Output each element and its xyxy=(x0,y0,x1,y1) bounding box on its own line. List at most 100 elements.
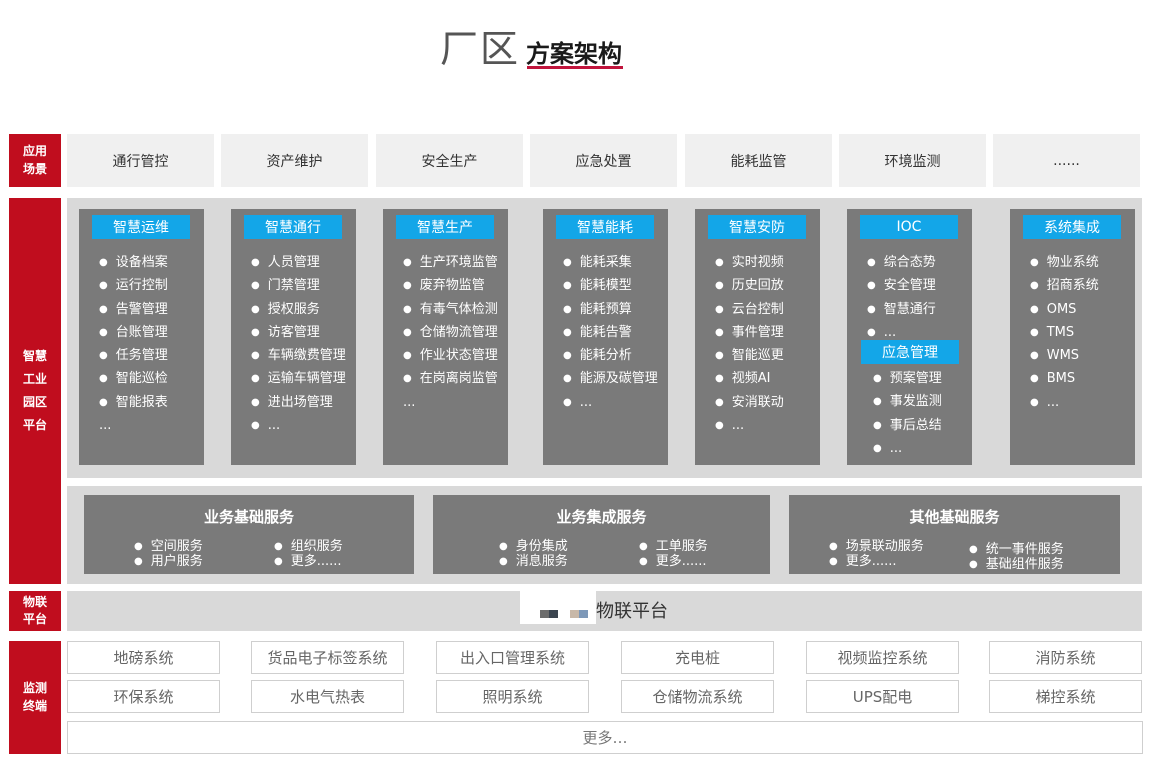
list-item: 事件管理 xyxy=(715,323,784,346)
module-list: 设备档案 运行控制 告警管理 台账管理 任务管理 智能巡检 智能报表 ... xyxy=(99,253,168,439)
list-item: 设备档案 xyxy=(99,253,168,276)
side-label-terminal-text: 监测终端 xyxy=(22,681,47,713)
module-card-security: 智慧安防 实时视频 历史回放 云台控制 事件管理 智能巡更 视频AI 安消联动 … xyxy=(695,209,820,465)
list-item: 授权服务 xyxy=(251,300,346,323)
service-title: 其他基础服务 xyxy=(909,508,1000,526)
list-item: 事发监测 xyxy=(873,392,942,415)
page-title: 方案架构 xyxy=(526,40,622,68)
terminal-item: 出入口管理系统 xyxy=(436,641,589,674)
list-item: 云台控制 xyxy=(715,300,784,323)
service-item: 更多...... xyxy=(274,550,342,569)
terminal-item: 消防系统 xyxy=(989,641,1142,674)
module-list: 综合态势 安全管理 智慧通行 ... xyxy=(867,253,936,346)
module-list: 实时视频 历史回放 云台控制 事件管理 智能巡更 视频AI 安消联动 ... xyxy=(715,253,784,439)
list-item: 预案管理 xyxy=(873,369,942,392)
terminal-more: 更多… xyxy=(67,721,1143,754)
list-item: TMS xyxy=(1030,323,1099,346)
iot-logo-icon xyxy=(520,590,596,624)
list-item: 能耗采集 xyxy=(563,253,658,276)
list-item: 智慧通行 xyxy=(867,300,936,323)
list-item: 进出场管理 xyxy=(251,393,346,416)
list-item: 有毒气体检测 xyxy=(403,300,498,323)
terminal-item: 充电桩 xyxy=(621,641,774,674)
module-title: 系统集成 xyxy=(1023,215,1121,239)
list-item: 人员管理 xyxy=(251,253,346,276)
service-item: 用户服务 xyxy=(134,550,203,569)
side-label-terminal: 监测终端 xyxy=(9,641,61,754)
terminal-item: 货品电子标签系统 xyxy=(251,641,404,674)
list-item: ... xyxy=(873,439,942,462)
scene-item: 资产维护 xyxy=(221,134,368,187)
list-item: 综合态势 xyxy=(867,253,936,276)
list-item: ... xyxy=(1030,393,1099,416)
scene-item: ...... xyxy=(993,134,1140,187)
list-item: 仓储物流管理 xyxy=(403,323,498,346)
terminal-item: 视频监控系统 xyxy=(806,641,959,674)
list-item: 门禁管理 xyxy=(251,276,346,299)
list-item: 访客管理 xyxy=(251,323,346,346)
list-item: BMS xyxy=(1030,369,1099,392)
terminal-item: 照明系统 xyxy=(436,680,589,713)
service-box-other-base: 其他基础服务 场景联动服务 更多...... 统一事件服务 基础组件服务 xyxy=(789,495,1120,574)
module-sublist: 预案管理 事发监测 事后总结 ... xyxy=(873,369,942,462)
module-subtitle: 应急管理 xyxy=(861,340,959,364)
list-item-more: ... xyxy=(403,394,416,410)
scene-item: 通行管控 xyxy=(67,134,214,187)
list-item: 废弃物监管 xyxy=(403,276,498,299)
list-item: 能耗预算 xyxy=(563,300,658,323)
side-label-iot: 物联平台 xyxy=(9,591,61,631)
list-item: 视频AI xyxy=(715,369,784,392)
list-item: 物业系统 xyxy=(1030,253,1099,276)
module-card-energy: 智慧能耗 能耗采集 能耗模型 能耗预算 能耗告警 能耗分析 能源及碳管理 ... xyxy=(543,209,668,465)
list-item-more: ... xyxy=(99,418,112,434)
list-item: 实时视频 xyxy=(715,253,784,276)
module-card-production: 智慧生产 生产环境监管 废弃物监管 有毒气体检测 仓储物流管理 作业状态管理 在… xyxy=(383,209,508,465)
scene-item: 能耗监管 xyxy=(685,134,832,187)
service-box-business-base: 业务基础服务 空间服务 用户服务 组织服务 更多...... xyxy=(84,495,414,574)
module-card-integration: 系统集成 物业系统 招商系统 OMS TMS WMS BMS ... xyxy=(1010,209,1135,465)
scene-item: 安全生产 xyxy=(376,134,523,187)
side-label-app: 应用场景 xyxy=(9,134,61,187)
list-item: 在岗离岗监管 xyxy=(403,369,498,392)
service-item: 基础组件服务 xyxy=(969,553,1064,572)
side-label-iot-text: 物联平台 xyxy=(22,594,47,626)
list-item: 能耗分析 xyxy=(563,346,658,369)
terminal-item: 环保系统 xyxy=(67,680,220,713)
list-item: 作业状态管理 xyxy=(403,346,498,369)
scene-item: 应急处置 xyxy=(530,134,677,187)
side-label-platform: 智慧工业园区平台 xyxy=(9,198,61,584)
terminal-item: UPS配电 xyxy=(806,680,959,713)
module-title: 智慧安防 xyxy=(708,215,806,239)
list-item: ... xyxy=(715,416,784,439)
service-title: 业务基础服务 xyxy=(203,508,294,526)
list-item: ... xyxy=(251,416,346,439)
list-item: 运输车辆管理 xyxy=(251,369,346,392)
scene-item: 环境监测 xyxy=(839,134,986,187)
side-label-platform-text: 智慧工业园区平台 xyxy=(23,349,48,432)
list-item: 历史回放 xyxy=(715,276,784,299)
list-item: 智能报表 xyxy=(99,393,168,416)
list-item: OMS xyxy=(1030,300,1099,323)
list-item: 事后总结 xyxy=(873,416,942,439)
terminal-item: 地磅系统 xyxy=(67,641,220,674)
list-item: 台账管理 xyxy=(99,323,168,346)
title-underline xyxy=(527,66,623,69)
module-title: IOC xyxy=(860,215,958,239)
service-box-business-integration: 业务集成服务 身份集成 消息服务 工单服务 更多...... xyxy=(433,495,770,574)
iot-platform-label: 物联平台 xyxy=(596,601,668,622)
service-item: 消息服务 xyxy=(499,550,568,569)
list-item: 生产环境监管 xyxy=(403,253,498,276)
list-item: 运行控制 xyxy=(99,276,168,299)
list-item: 能耗模型 xyxy=(563,276,658,299)
terminal-item: 仓储物流系统 xyxy=(621,680,774,713)
module-list: 生产环境监管 废弃物监管 有毒气体检测 仓储物流管理 作业状态管理 在岗离岗监管… xyxy=(403,253,498,416)
list-item: 车辆缴费管理 xyxy=(251,346,346,369)
list-item: 安消联动 xyxy=(715,393,784,416)
service-title: 业务集成服务 xyxy=(556,508,647,526)
list-item: 安全管理 xyxy=(867,276,936,299)
list-item: 招商系统 xyxy=(1030,276,1099,299)
side-label-app-text: 应用场景 xyxy=(22,144,47,176)
list-item: 任务管理 xyxy=(99,346,168,369)
title-prefix: 厂区 xyxy=(440,27,521,71)
terminal-item: 水电气热表 xyxy=(251,680,404,713)
